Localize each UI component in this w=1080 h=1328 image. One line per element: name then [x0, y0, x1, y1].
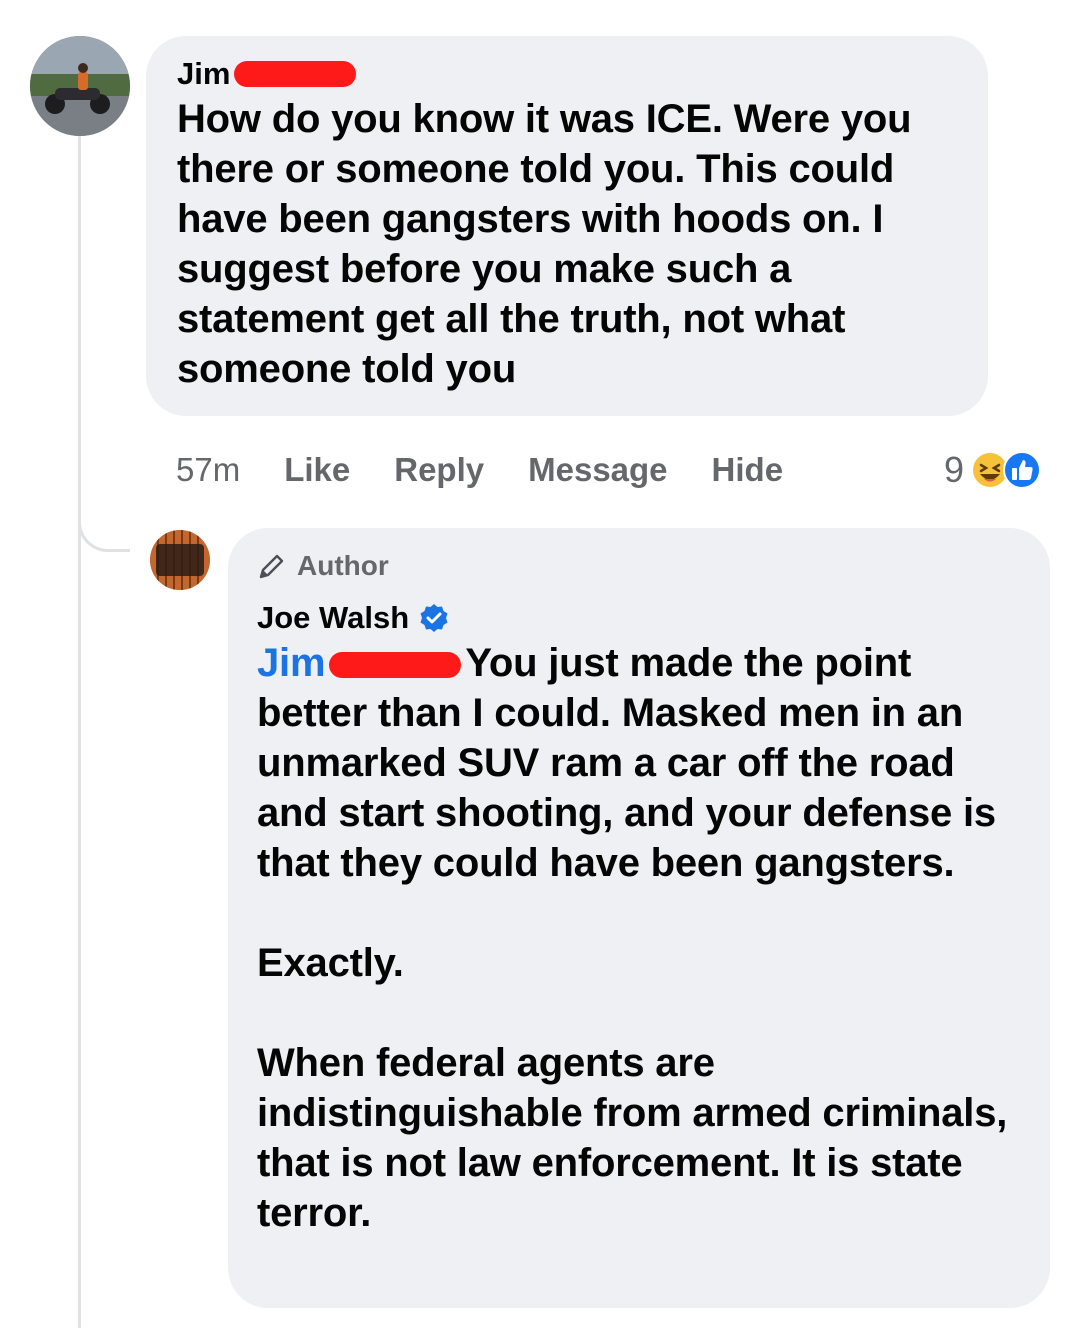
comment-author-name[interactable]: Jim [177, 54, 230, 94]
comment-text: How do you know it was ICE. Were you the… [177, 97, 912, 391]
motorcycle-photo [30, 36, 130, 136]
comment-timestamp[interactable]: 57m [176, 451, 240, 489]
mention-link[interactable]: Jim [257, 641, 326, 685]
message-button[interactable]: Message [528, 451, 667, 489]
like-thumb-icon [1003, 451, 1041, 489]
reply-author[interactable]: Joe Walsh [257, 598, 1025, 638]
reply-paragraph-2: Exactly. [257, 941, 404, 985]
reaction-count: 9 [943, 449, 964, 490]
author-badge: Author [257, 546, 1025, 586]
avatar-joe-walsh[interactable] [150, 530, 210, 590]
redaction-mark [234, 61, 357, 87]
reply-bubble: Author Joe Walsh Jim You just made the po… [228, 528, 1050, 1308]
no-kings-logo [150, 530, 210, 590]
like-button[interactable]: Like [284, 451, 350, 489]
comment-actions: 57m Like Reply Message Hide [176, 445, 1066, 495]
reply-button[interactable]: Reply [394, 451, 484, 489]
reaction-summary[interactable]: 9 [944, 445, 1042, 495]
reply-connector [78, 500, 130, 552]
pencil-icon [257, 551, 287, 581]
hide-button[interactable]: Hide [712, 451, 784, 489]
thread-line [78, 135, 81, 1328]
avatar-jim[interactable] [30, 36, 130, 136]
verified-badge-icon [419, 603, 449, 633]
reply-author-name[interactable]: Joe Walsh [257, 598, 409, 638]
redaction-mark [329, 652, 462, 679]
comment-author[interactable]: Jim [177, 54, 958, 94]
reply-paragraph-3: When federal agents are indistinguishabl… [257, 1041, 1008, 1235]
author-badge-label: Author [297, 550, 389, 581]
comment-bubble: Jim How do you know it was ICE. Were you… [146, 36, 988, 416]
reply-paragraph-1: Jim You just made the point better than I… [257, 638, 1025, 888]
